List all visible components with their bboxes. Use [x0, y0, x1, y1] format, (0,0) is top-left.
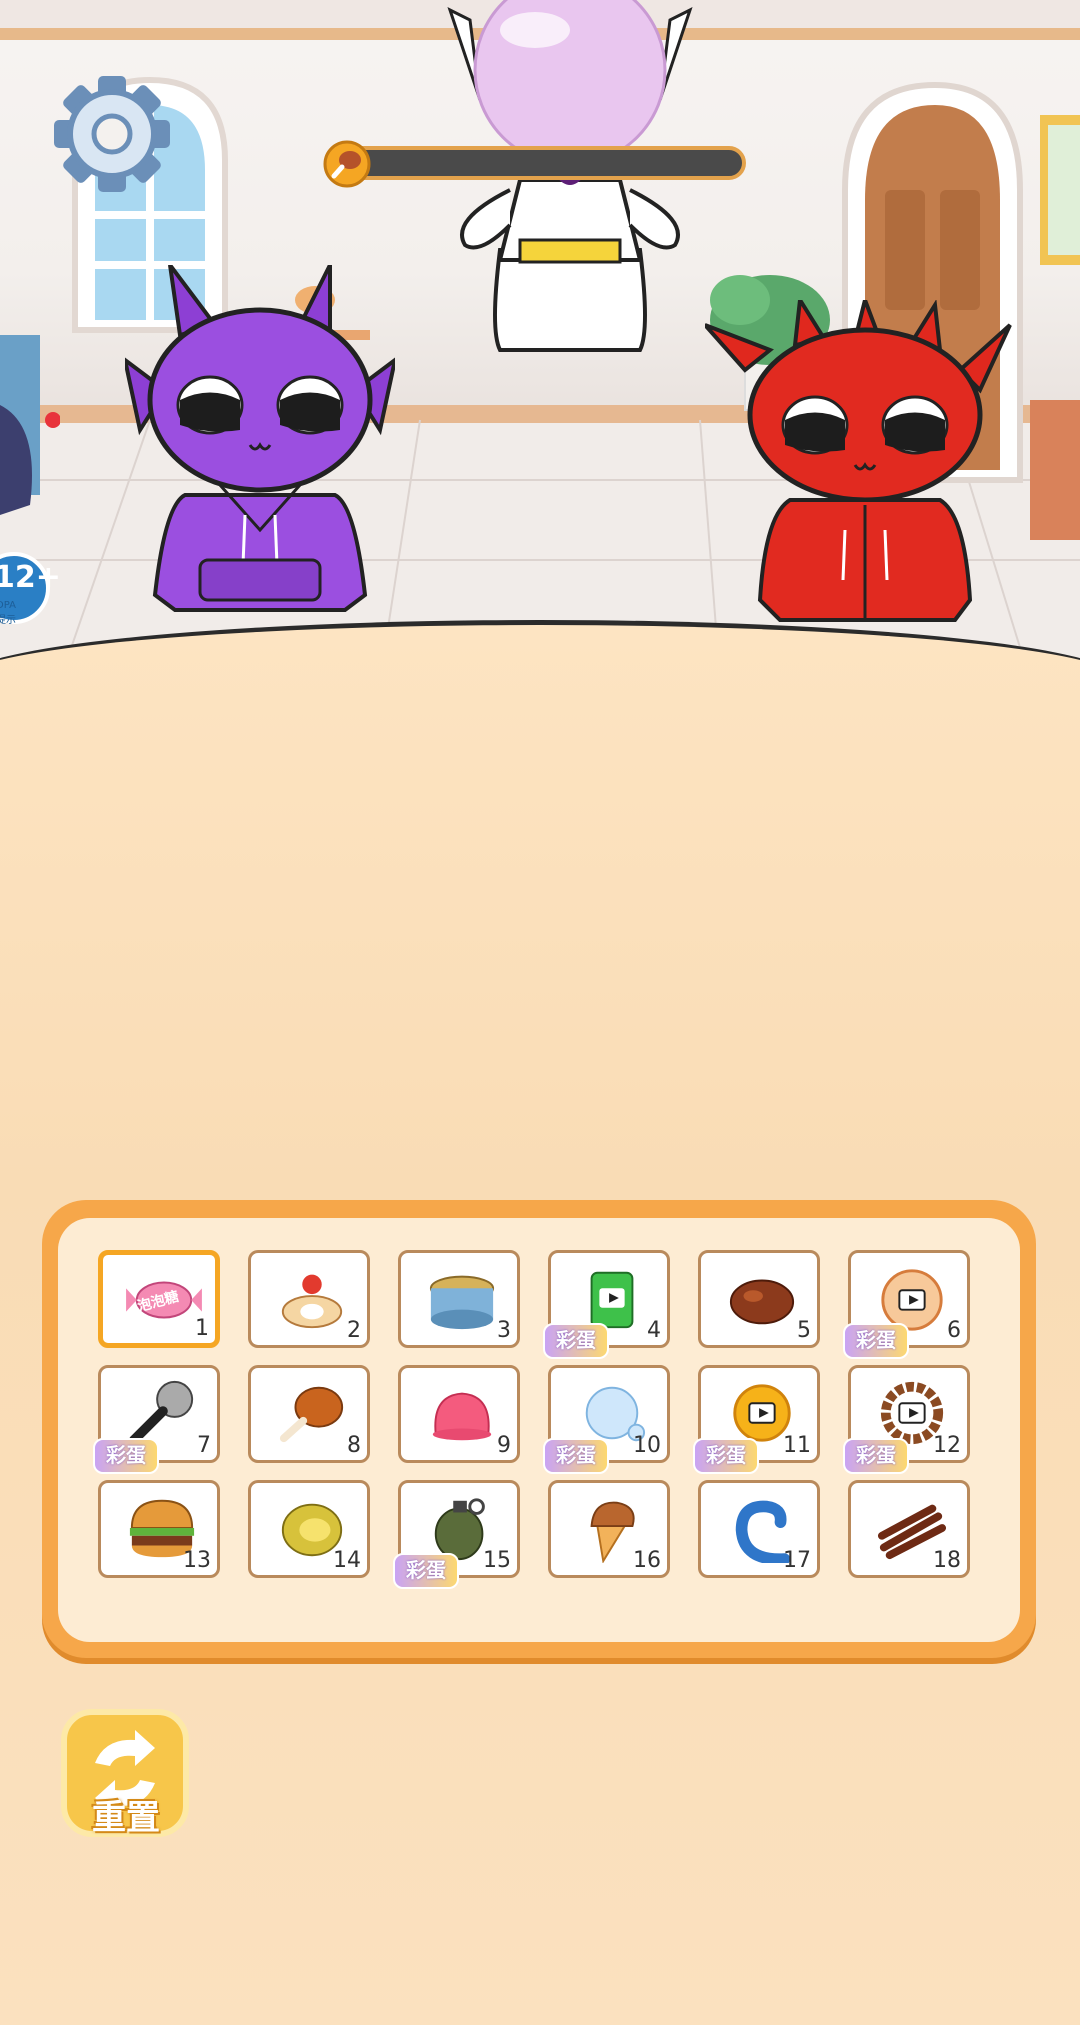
- slot-number: 15: [483, 1548, 511, 1573]
- side-item: [0, 405, 60, 515]
- cat-food-can-icon: [429, 1275, 495, 1330]
- slot-number: 18: [933, 1548, 961, 1573]
- easter-egg-tag: 彩蛋: [843, 1438, 909, 1474]
- food-slot-jelly[interactable]: 9: [398, 1365, 520, 1463]
- slot-number: 8: [347, 1433, 361, 1458]
- slot-number: 1: [195, 1316, 209, 1341]
- gear-icon[interactable]: [42, 72, 182, 202]
- food-slot-peach[interactable]: 彩蛋 6: [843, 1250, 970, 1359]
- food-slot-cat-food-can[interactable]: 3: [398, 1250, 520, 1348]
- age-rating-sub: DPA提示: [0, 600, 16, 626]
- slot-number: 10: [633, 1433, 661, 1458]
- food-slot-tentacle[interactable]: 17: [698, 1480, 820, 1578]
- food-slot-candy[interactable]: 泡泡糖 1: [98, 1250, 220, 1348]
- slot-number: 6: [947, 1318, 961, 1343]
- hunger-bar: [322, 140, 752, 188]
- easter-egg-tag: 彩蛋: [543, 1438, 609, 1474]
- slot-number: 12: [933, 1433, 961, 1458]
- food-slot-microphone[interactable]: 彩蛋 7: [93, 1365, 220, 1474]
- easter-egg-tag: 彩蛋: [393, 1553, 459, 1589]
- food-slot-drumstick[interactable]: 8: [248, 1365, 370, 1463]
- slot-number: 9: [497, 1433, 511, 1458]
- slot-number: 11: [783, 1433, 811, 1458]
- age-rating-text: 12+: [0, 560, 61, 595]
- drumstick-icon: [279, 1386, 344, 1443]
- jelly-icon: [432, 1392, 492, 1441]
- easter-egg-tag: 彩蛋: [543, 1323, 609, 1359]
- cake-roll-icon: [281, 1274, 343, 1329]
- slot-number: 7: [197, 1433, 211, 1458]
- food-slot-burger[interactable]: 13: [98, 1480, 220, 1578]
- food-slot-jerky[interactable]: 18: [848, 1480, 970, 1578]
- food-slot-grenade[interactable]: 彩蛋 15: [393, 1480, 520, 1589]
- easter-egg-tag: 彩蛋: [93, 1438, 159, 1474]
- roast-chicken-icon: [729, 1279, 795, 1325]
- reset-label: 重置: [92, 1798, 160, 1838]
- slot-number: 16: [633, 1548, 661, 1573]
- food-slot-cake-roll[interactable]: 2: [248, 1250, 370, 1348]
- easter-egg-tag: 彩蛋: [843, 1323, 909, 1359]
- slot-number: 17: [783, 1548, 811, 1573]
- easter-egg-tag: 彩蛋: [693, 1438, 759, 1474]
- slot-number: 14: [333, 1548, 361, 1573]
- food-slot-green-can[interactable]: 彩蛋 4: [543, 1250, 670, 1359]
- slot-number: 13: [183, 1548, 211, 1573]
- food-slot-ice-cream[interactable]: 16: [548, 1480, 670, 1578]
- purple-character[interactable]: [125, 265, 395, 640]
- food-slot-roast-chicken[interactable]: 5: [698, 1250, 820, 1348]
- drumstick-icon: [323, 140, 371, 188]
- slot-number: 5: [797, 1318, 811, 1343]
- slot-number: 4: [647, 1318, 661, 1343]
- food-slot-water-bubble[interactable]: 彩蛋 10: [543, 1365, 670, 1474]
- red-character[interactable]: [705, 300, 1025, 645]
- slot-number: 2: [347, 1318, 361, 1343]
- food-slot-durian[interactable]: 14: [248, 1480, 370, 1578]
- food-slot-sun[interactable]: 彩蛋 11: [693, 1365, 820, 1474]
- slot-number: 3: [497, 1318, 511, 1343]
- food-slot-prayer-beads[interactable]: 彩蛋 12: [843, 1365, 970, 1474]
